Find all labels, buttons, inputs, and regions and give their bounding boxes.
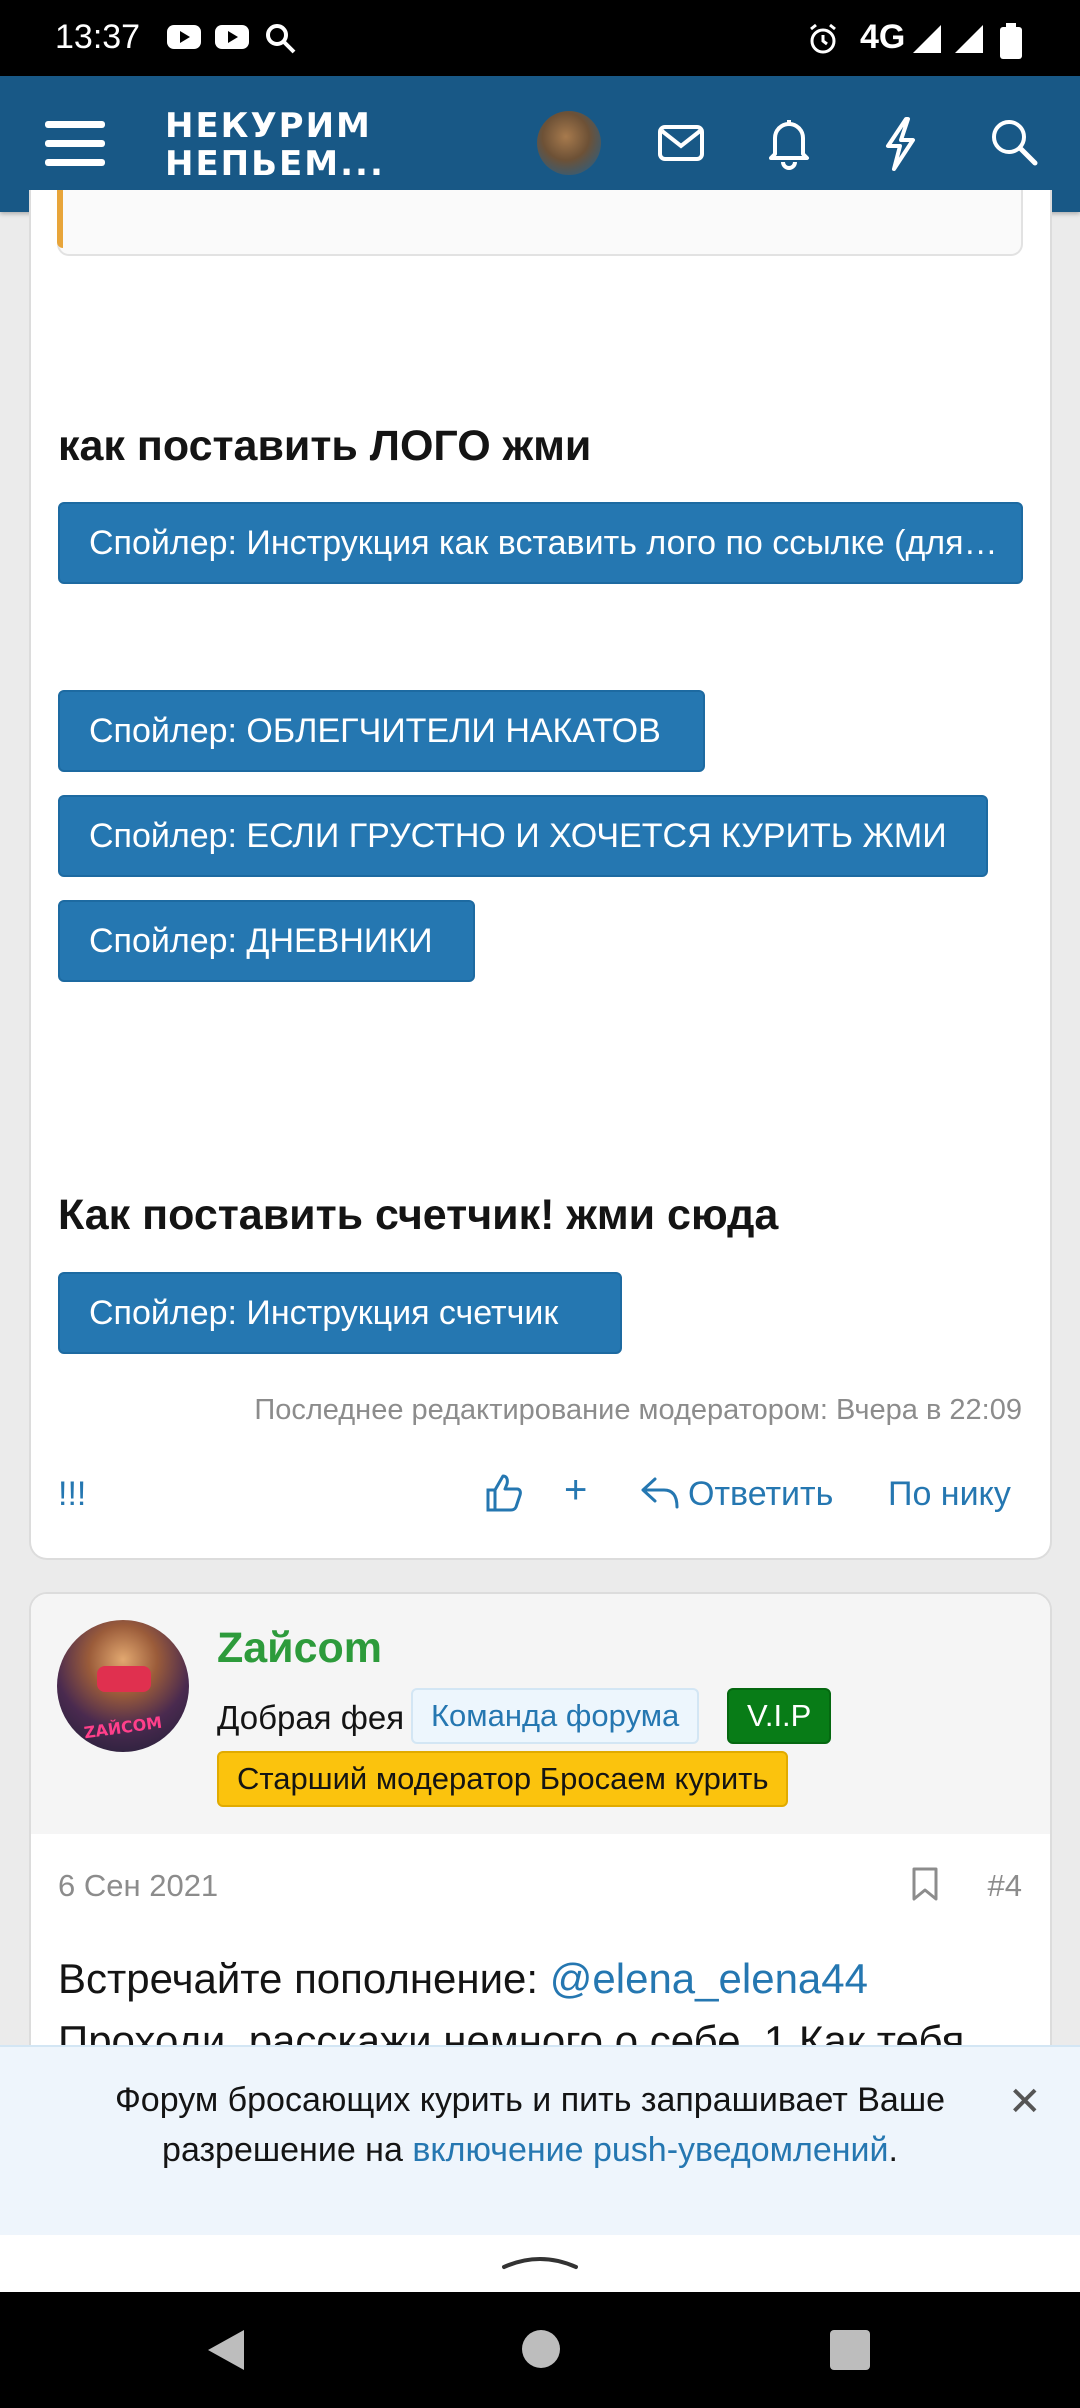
reply-link[interactable]: Ответить: [688, 1475, 833, 1514]
bookmark-icon[interactable]: [911, 1866, 939, 1902]
spoiler-sad-button[interactable]: Спойлер: ЕСЛИ ГРУСТНО И ХОЧЕТСЯ КУРИТЬ Ж…: [58, 795, 988, 877]
menu-icon[interactable]: [45, 116, 105, 172]
spoiler-helpers-button[interactable]: Спойлер: ОБЛЕГЧИТЕЛИ НАКАТОВ: [58, 690, 705, 772]
user-avatar[interactable]: [537, 111, 601, 175]
alarm-icon: [810, 23, 836, 54]
search-icon[interactable]: [988, 116, 1040, 168]
post-date[interactable]: 6 Сен 2021: [58, 1868, 218, 1904]
spoiler-diaries-button[interactable]: Спойлер: ДНЕВНИКИ: [58, 900, 475, 982]
site-logo[interactable]: НЕКУРИМ НЕПЬЕМ...: [165, 107, 385, 183]
counter-heading: Как поставить счетчик! жми сюда: [58, 1191, 779, 1239]
search-icon: [266, 24, 296, 54]
enable-push-link[interactable]: включение push-уведомлений: [412, 2131, 888, 2169]
bell-icon[interactable]: [766, 116, 812, 170]
lightning-icon[interactable]: [880, 116, 920, 172]
battery-icon: [1000, 23, 1022, 59]
team-badge: Команда форума: [411, 1688, 700, 1744]
avatar-text: ZAЙCOM: [82, 1712, 164, 1743]
vip-badge: V.I.P: [727, 1688, 832, 1744]
post-line-1: Встречайте пополнение: @elena_elena44: [58, 1948, 1048, 2010]
status-bar: 13:37 4G: [0, 0, 1080, 76]
report-link[interactable]: !!!: [58, 1475, 86, 1514]
moderator-badge: Старший модератор Бросаем курить: [217, 1751, 789, 1807]
plus-button[interactable]: +: [564, 1468, 587, 1513]
reply-icon[interactable]: [640, 1476, 680, 1510]
quote-block: [57, 190, 1023, 256]
author-username[interactable]: Zайcom: [217, 1624, 382, 1673]
push-notice-text: Форум бросающих курить и пить запрашивае…: [60, 2075, 1000, 2175]
signal-icon: [955, 25, 983, 53]
youtube-icon: [167, 25, 201, 49]
close-icon[interactable]: ✕: [1008, 2079, 1042, 2125]
spoiler-logo-button[interactable]: Спойлер: Инструкция как вставить лого по…: [58, 502, 1023, 584]
signal-icon: [913, 25, 941, 53]
by-nick-link[interactable]: По нику: [888, 1475, 1011, 1514]
author-title: Добрая фея: [217, 1699, 405, 1736]
author-avatar[interactable]: ZAЙCOM: [57, 1620, 189, 1752]
post-text: Встречайте пополнение:: [58, 1955, 550, 2002]
mail-icon[interactable]: [656, 118, 706, 168]
home-icon[interactable]: [520, 2328, 562, 2370]
logo-heading: как поставить ЛОГО жми: [58, 422, 592, 470]
back-icon[interactable]: [204, 2326, 248, 2374]
avatar-mask: [97, 1666, 151, 1692]
logo-line-1: НЕКУРИМ: [165, 106, 372, 146]
push-text-end: .: [888, 2131, 898, 2169]
push-notice: Форум бросающих курить и пить запрашивае…: [0, 2045, 1080, 2235]
spoiler-counter-button[interactable]: Спойлер: Инструкция счетчик: [58, 1272, 622, 1354]
recents-icon[interactable]: [830, 2330, 870, 2370]
chevron-up-icon[interactable]: [500, 2249, 580, 2271]
user-mention-link[interactable]: @elena_elena44: [550, 1955, 868, 2002]
like-icon[interactable]: [484, 1472, 524, 1514]
system-navigation-bar: [0, 2292, 1080, 2408]
bottom-pull-bar[interactable]: [0, 2235, 1080, 2292]
edited-note: Последнее редактирование модератором: Вч…: [254, 1394, 1022, 1426]
logo-line-2: НЕПЬЕМ...: [165, 144, 385, 184]
status-time: 13:37: [55, 18, 141, 56]
network-type: 4G: [860, 18, 906, 56]
post-number[interactable]: #4: [988, 1868, 1022, 1904]
youtube-icon: [215, 25, 249, 49]
